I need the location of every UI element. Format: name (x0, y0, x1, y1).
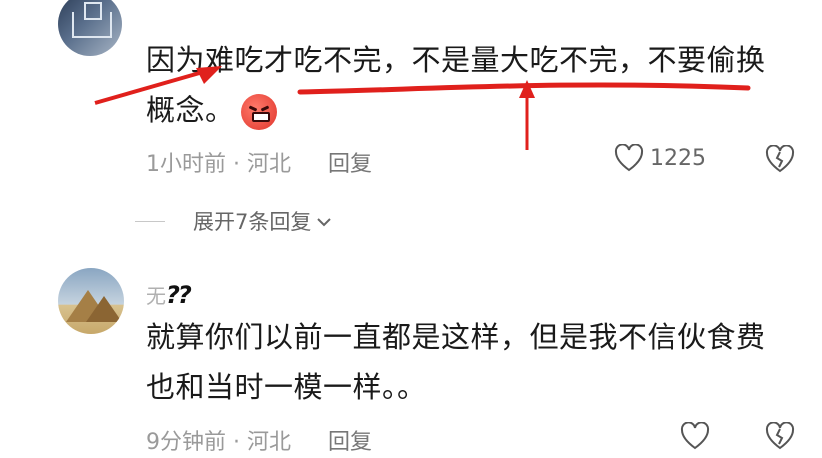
comment-text-line: 也和当时一模一样。。 (146, 370, 427, 404)
comment-meta: 9分钟前 · 河北 回复 (146, 424, 372, 456)
comment-meta: 1小时前 · 河北 回复 (146, 146, 372, 178)
divider-line (135, 220, 165, 222)
comment-time: 1小时前 (146, 152, 226, 177)
username[interactable]: 无?? (146, 280, 192, 309)
comment-text-line: 就算你们以前一直都是这样，但是我不信伙食费 (146, 320, 766, 354)
expand-replies-label: 展开7条回复 (193, 210, 312, 234)
heart-outline-icon (614, 144, 644, 172)
comment-time: 9分钟前 (146, 430, 226, 455)
chevron-down-icon (317, 212, 332, 231)
expand-replies-button[interactable]: 展开7条回复 (135, 206, 332, 236)
separator: · (233, 430, 240, 455)
reply-button[interactable]: 回复 (328, 430, 372, 455)
broken-heart-icon[interactable] (764, 422, 796, 450)
comment-text: 就算你们以前一直都是这样，但是我不信伙食费 也和当时一模一样。。 (146, 312, 766, 412)
comment-location: 河北 (247, 430, 292, 455)
like-count: 1225 (650, 145, 706, 171)
username-text: 无 (146, 284, 166, 308)
comment-location: 河北 (247, 152, 292, 177)
heart-outline-icon[interactable] (680, 422, 710, 450)
avatar[interactable] (58, 268, 124, 334)
annotation-arrow (94, 68, 211, 105)
like-button[interactable]: 1225 (614, 144, 706, 172)
username-scribble: ?? (166, 281, 192, 309)
broken-heart-icon[interactable] (764, 145, 796, 173)
separator: · (233, 152, 240, 177)
reply-button[interactable]: 回复 (328, 152, 372, 177)
annotation-arrowhead (196, 66, 222, 84)
annotation-arrowhead (519, 80, 535, 98)
